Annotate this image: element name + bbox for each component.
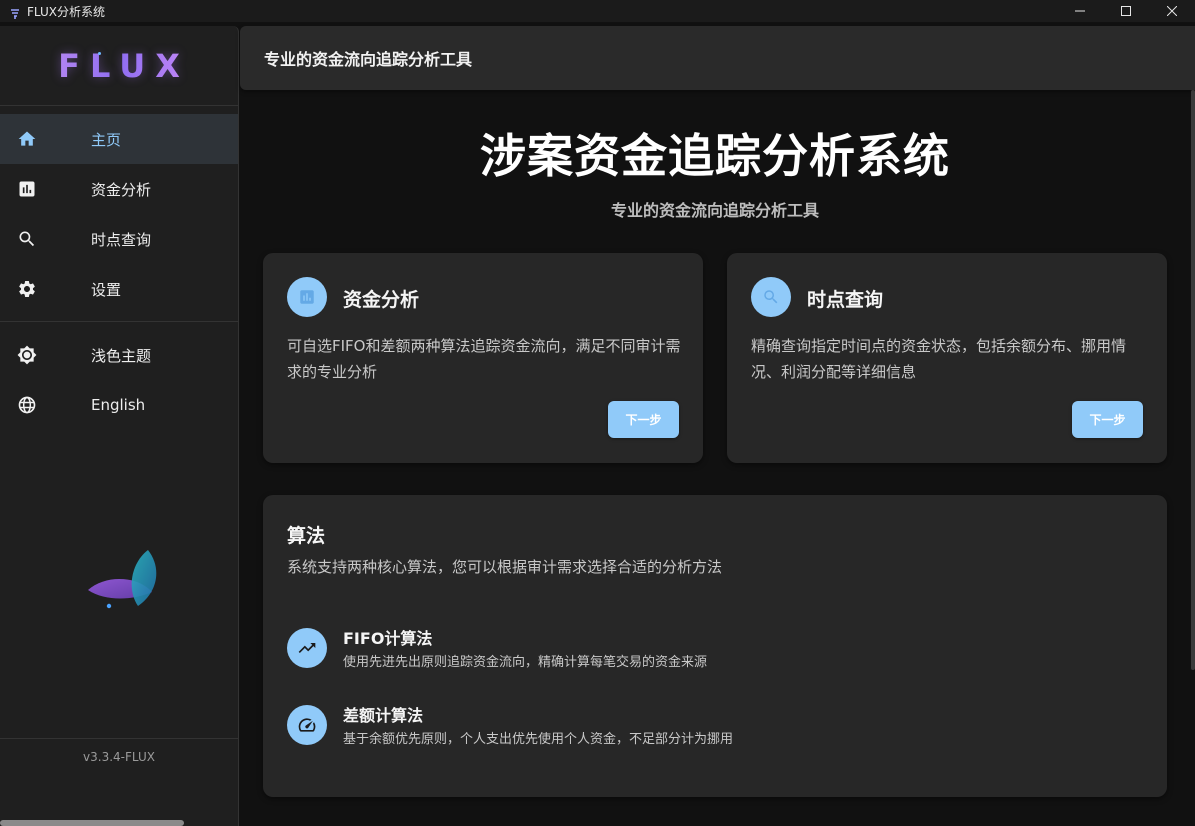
- sidebar-item-label: 浅色主题: [91, 346, 152, 365]
- home-icon: [17, 129, 37, 149]
- feature-card-description: 可自选FIFO和差额两种算法追踪资金流向，满足不同审计需求的专业分析: [287, 337, 681, 381]
- maximize-icon[interactable]: [1103, 0, 1149, 22]
- sidebar-item-light-theme[interactable]: 浅色主题: [0, 330, 238, 380]
- sidebar-divider: [0, 321, 238, 322]
- sidebar-item-label: 设置: [91, 280, 122, 299]
- sidebar-nav: 主页 资金分析 时点查询 设置 浅色主题 English: [0, 106, 238, 430]
- sidebar-item-label: 主页: [91, 130, 122, 149]
- feature-card-title: 资金分析: [343, 289, 420, 311]
- window-controls: [1057, 0, 1195, 22]
- horizontal-scrollbar[interactable]: [0, 820, 184, 826]
- main-content: 涉案资金追踪分析系统 专业的资金流向追踪分析工具 资金分析 可自选FIFO和差额…: [240, 90, 1195, 826]
- algorithm-item-title: 差额计算法: [343, 706, 424, 725]
- minimize-icon[interactable]: [1057, 0, 1103, 22]
- speedometer-icon: [287, 705, 327, 745]
- globe-icon: [17, 395, 37, 415]
- feature-card-time-query: 时点查询 精确查询指定时间点的资金状态，包括余额分布、挪用情况、利润分配等详细信…: [727, 253, 1167, 463]
- flux-logo: FLUX: [48, 47, 190, 85]
- logo-sparkle-icon: [98, 52, 101, 55]
- sidebar-item-settings[interactable]: 设置: [0, 264, 238, 314]
- feature-card-fund-analysis: 资金分析 可自选FIFO和差额两种算法追踪资金流向，满足不同审计需求的专业分析 …: [263, 253, 703, 463]
- window-titlebar: FLUX分析系统: [0, 0, 1195, 22]
- brightness-icon: [17, 345, 37, 365]
- feature-card-title: 时点查询: [807, 289, 884, 311]
- bar-chart-icon: [17, 179, 37, 199]
- feature-card-description: 精确查询指定时间点的资金状态，包括余额分布、挪用情况、利润分配等详细信息: [751, 337, 1127, 381]
- page-subtitle: 专业的资金流向追踪分析工具: [610, 201, 819, 220]
- decorative-leaf-illustration: [82, 548, 162, 618]
- page-title: 涉案资金追踪分析系统: [480, 129, 950, 183]
- header-bar: 专业的资金流向追踪分析工具: [240, 26, 1195, 90]
- sidebar-item-label: English: [91, 396, 146, 414]
- sidebar-item-time-query[interactable]: 时点查询: [0, 214, 238, 264]
- gear-icon: [17, 279, 37, 299]
- algorithm-item-description: 基于余额优先原则，个人支出优先使用个人资金，不足部分计为挪用: [343, 732, 734, 747]
- window-title: FLUX分析系统: [27, 4, 105, 19]
- algorithm-item-description: 使用先进先出原则追踪资金流向，精确计算每笔交易的资金来源: [343, 655, 708, 670]
- trending-up-icon: [287, 628, 327, 668]
- app-logo-icon: [9, 5, 21, 19]
- next-step-button[interactable]: 下一步: [608, 401, 679, 438]
- version-label: v3.3.4-FLUX: [0, 738, 238, 826]
- sidebar-item-label: 资金分析: [91, 180, 152, 199]
- close-icon[interactable]: [1149, 0, 1195, 22]
- sidebar: FLUX 主页 资金分析 时点查询 设置 浅色主题 English v3.3.4…: [0, 26, 239, 826]
- vertical-scrollbar[interactable]: [1191, 90, 1195, 670]
- algorithm-card: 算法 系统支持两种核心算法，您可以根据审计需求选择合适的分析方法 FIFO计算法…: [263, 495, 1167, 797]
- search-icon: [751, 277, 791, 317]
- header-title: 专业的资金流向追踪分析工具: [264, 50, 473, 69]
- bar-chart-icon: [287, 277, 327, 317]
- algorithm-section-description: 系统支持两种核心算法，您可以根据审计需求选择合适的分析方法: [287, 558, 723, 576]
- algorithm-item-title: FIFO计算法: [343, 629, 433, 648]
- logo-area: FLUX: [0, 26, 238, 106]
- algorithm-item-difference: 差额计算法 基于余额优先原则，个人支出优先使用个人资金，不足部分计为挪用: [287, 702, 1147, 747]
- sidebar-item-language[interactable]: English: [0, 380, 238, 430]
- sidebar-item-fund-analysis[interactable]: 资金分析: [0, 164, 238, 214]
- sidebar-item-label: 时点查询: [91, 230, 152, 249]
- algorithm-item-fifo: FIFO计算法 使用先进先出原则追踪资金流向，精确计算每笔交易的资金来源: [287, 625, 1147, 670]
- sidebar-item-home[interactable]: 主页: [0, 114, 238, 164]
- algorithm-section-title: 算法: [287, 525, 326, 547]
- next-step-button[interactable]: 下一步: [1072, 401, 1143, 438]
- search-icon: [17, 229, 37, 249]
